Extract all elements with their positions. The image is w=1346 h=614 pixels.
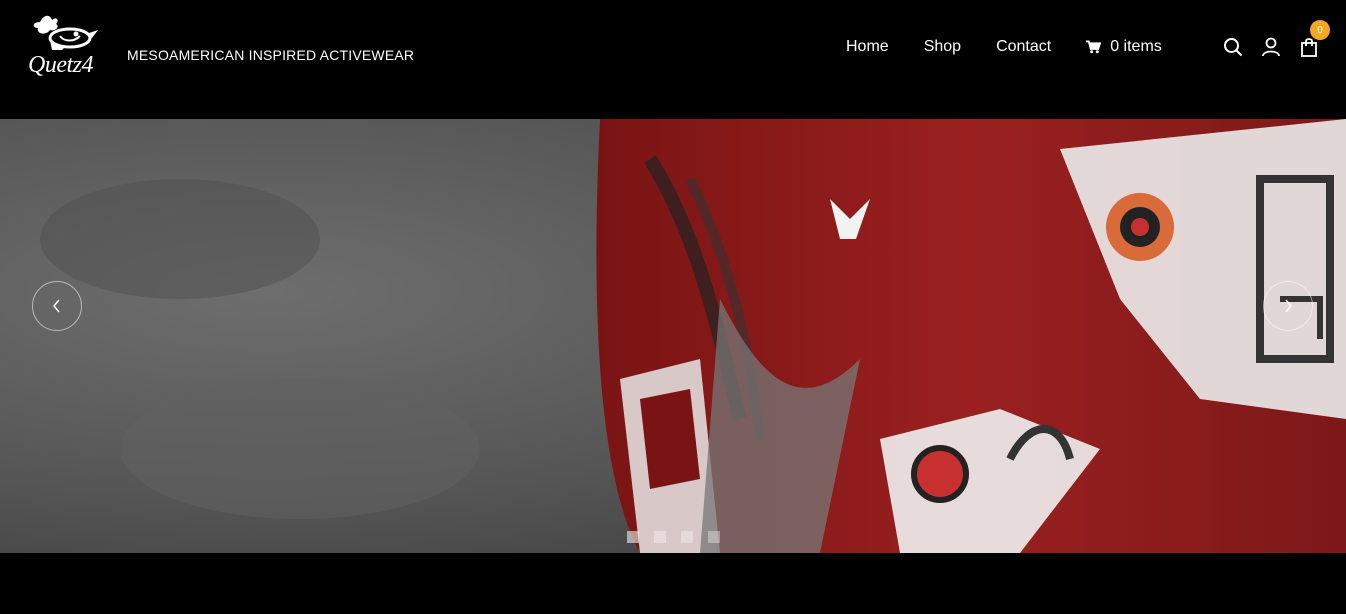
slider-dot-2[interactable] xyxy=(654,531,666,543)
slider-dot-1[interactable] xyxy=(627,531,639,543)
site-header: Quetz4 MESOAMERICAN INSPIRED ACTIVEWEAR … xyxy=(0,0,1346,119)
cart-item-count: 0 items xyxy=(1110,38,1162,55)
hero-slider xyxy=(0,119,1346,553)
page-bottom-section xyxy=(0,553,1346,614)
search-button[interactable] xyxy=(1222,36,1244,58)
slider-pagination xyxy=(627,531,720,543)
slider-next-button[interactable] xyxy=(1263,281,1313,331)
slider-prev-button[interactable] xyxy=(32,281,82,331)
nav-shop-link[interactable]: Shop xyxy=(924,38,961,56)
nav-cart-link[interactable]: 0 items xyxy=(1086,38,1162,56)
header-icon-group: 0 xyxy=(1222,20,1330,58)
logo-wordmark: Quetz4 xyxy=(28,52,94,78)
account-button[interactable] xyxy=(1260,36,1282,58)
cart-icon xyxy=(1086,40,1102,54)
user-icon xyxy=(1262,37,1280,57)
bag-count-badge: 0 xyxy=(1310,20,1330,40)
nav-contact-link[interactable]: Contact xyxy=(996,38,1051,56)
main-nav: Home Shop Contact 0 items xyxy=(846,38,1162,56)
chevron-left-icon xyxy=(53,299,60,313)
slider-dot-3[interactable] xyxy=(681,531,693,543)
hero-slide-image xyxy=(0,119,1346,553)
nav-home-link[interactable]: Home xyxy=(846,38,889,56)
site-tagline: MESOAMERICAN INSPIRED ACTIVEWEAR xyxy=(127,47,415,63)
chevron-right-icon xyxy=(1285,299,1292,313)
slider-dot-4[interactable] xyxy=(708,531,720,543)
shopping-bag-icon xyxy=(1301,38,1317,57)
brand-logo[interactable]: Quetz4 xyxy=(26,12,106,84)
shopping-bag-button[interactable]: 0 xyxy=(1298,20,1330,58)
search-icon xyxy=(1224,38,1243,57)
